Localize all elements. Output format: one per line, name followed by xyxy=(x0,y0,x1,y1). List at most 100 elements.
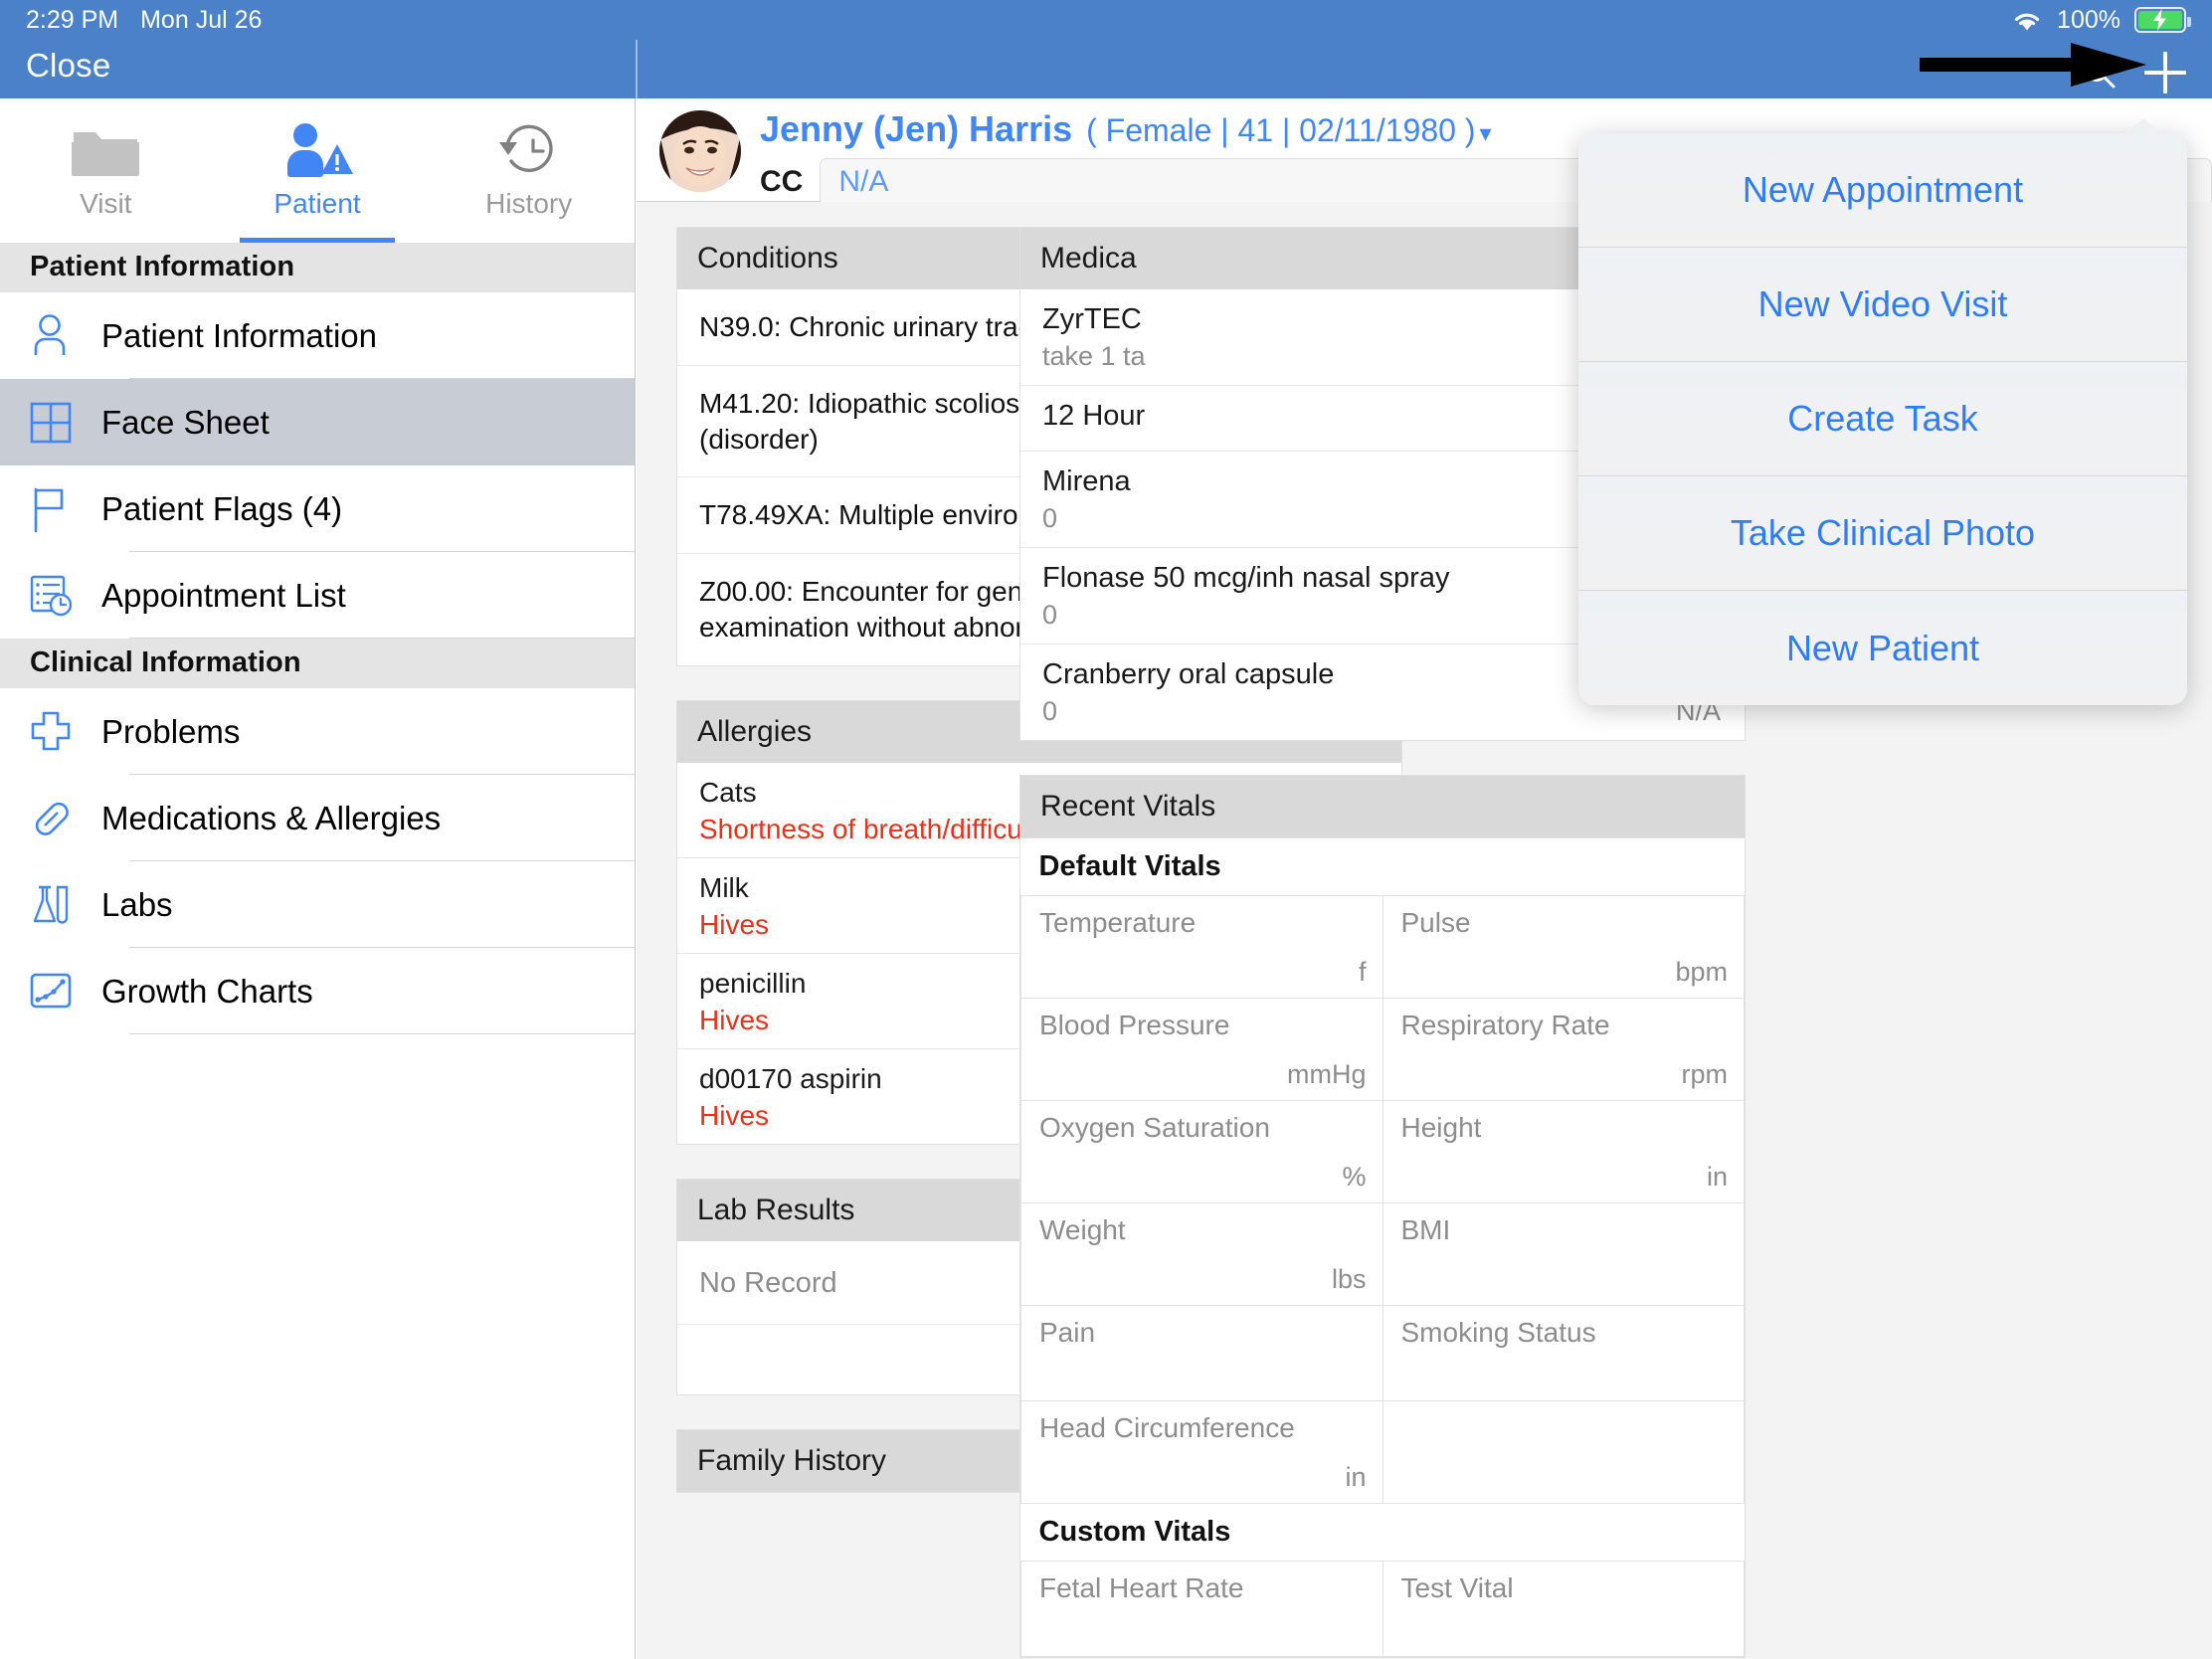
menu-item-create-task[interactable]: Create Task xyxy=(1578,362,2187,476)
table-row: Temperature f Pulse bpm xyxy=(1020,895,1745,999)
plus-cross-icon xyxy=(30,710,88,754)
table-row: Weight lbs BMI xyxy=(1020,1202,1745,1306)
chief-complaint-label: CC xyxy=(760,165,804,198)
card-recent-vitals: Recent Vitals Default Vitals Temperature… xyxy=(1019,775,1746,1658)
status-date: Mon Jul 26 xyxy=(140,5,263,34)
app-root: 2:29 PM Mon Jul 26 100% Close Visit Pati… xyxy=(0,0,2212,1659)
vital-cell-pulse[interactable]: Pulse bpm xyxy=(1382,895,1745,999)
vital-label: BMI xyxy=(1400,1214,1451,1245)
menu-item-new-patient[interactable]: New Patient xyxy=(1578,591,2187,705)
tab-active-indicator xyxy=(239,238,396,243)
pill-icon xyxy=(30,797,88,840)
grid-icon xyxy=(30,402,88,444)
vital-label: Respiratory Rate xyxy=(1400,1010,1610,1040)
vital-unit: in xyxy=(1345,1462,1367,1492)
vital-cell-bmi[interactable]: BMI xyxy=(1382,1202,1745,1306)
close-button[interactable]: Close xyxy=(26,47,110,85)
vital-label: Height xyxy=(1400,1112,1482,1143)
table-row: Oxygen Saturation % Height in xyxy=(1020,1100,1745,1203)
sidebar-item-label: Patient Flags (4) xyxy=(101,489,343,527)
menu-item-new-appointment[interactable]: New Appointment xyxy=(1578,133,2187,248)
sidebar-item-patient-flags[interactable]: Patient Flags (4) xyxy=(0,465,635,552)
sidebar-section-header-clinical-information: Clinical Information xyxy=(0,639,635,688)
vital-unit: f xyxy=(1358,957,1367,987)
tab-visit[interactable]: Visit xyxy=(0,98,212,243)
vital-cell-respiratory-rate[interactable]: Respiratory Rate rpm xyxy=(1382,998,1745,1101)
vital-cell-blood-pressure[interactable]: Blood Pressure mmHg xyxy=(1020,998,1383,1101)
vital-cell-height[interactable]: Height in xyxy=(1382,1100,1745,1203)
patient-identity[interactable]: Jenny (Jen) Harris ( Female | 41 | 02/11… xyxy=(760,108,1492,150)
vital-label: Blood Pressure xyxy=(1039,1010,1230,1040)
vital-label: Pain xyxy=(1039,1317,1096,1348)
navbar-divider xyxy=(636,40,638,98)
flask-icon xyxy=(30,883,88,927)
vital-unit: % xyxy=(1342,1162,1367,1192)
vital-label: Head Circumference xyxy=(1039,1412,1295,1443)
sidebar-section-header-patient-information: Patient Information xyxy=(0,243,635,292)
card-title: Recent Vitals xyxy=(1020,776,1745,837)
vital-cell-head-circumference[interactable]: Head Circumference in xyxy=(1020,1400,1383,1504)
menu-item-new-video-visit[interactable]: New Video Visit xyxy=(1578,248,2187,362)
sidebar-item-medications-allergies[interactable]: Medications & Allergies xyxy=(0,775,635,861)
tab-patient[interactable]: Patient xyxy=(212,98,424,243)
sidebar-item-label: Labs xyxy=(101,885,173,923)
tab-history[interactable]: History xyxy=(423,98,635,243)
vital-cell-fetal-heart-rate[interactable]: Fetal Heart Rate xyxy=(1020,1561,1383,1657)
vital-cell-pain[interactable]: Pain xyxy=(1020,1305,1383,1401)
vital-cell-test-vital[interactable]: Test Vital xyxy=(1382,1561,1745,1657)
add-new-popover-menu: New Appointment New Video Visit Create T… xyxy=(1578,133,2187,705)
vital-label: Oxygen Saturation xyxy=(1039,1112,1270,1143)
sidebar-item-label: Growth Charts xyxy=(101,972,313,1010)
sidebar-item-label: Patient Information xyxy=(101,316,377,354)
patient-demographics: ( Female | 41 | 02/11/1980 ) xyxy=(1086,112,1476,148)
sidebar-item-patient-information[interactable]: Patient Information xyxy=(0,292,635,379)
chevron-down-icon[interactable]: ▾ xyxy=(1479,119,1491,148)
page-title: Jenny (Jen) Harris xyxy=(760,108,1073,149)
vitals-group-header: Custom Vitals xyxy=(1020,1503,1745,1562)
history-clock-icon xyxy=(497,120,561,182)
vital-label: Pulse xyxy=(1400,907,1471,938)
vital-unit: bpm xyxy=(1675,957,1728,987)
vital-unit: in xyxy=(1706,1162,1728,1192)
sidebar-tabbar: Visit Patient History xyxy=(0,98,635,243)
tab-visit-label: Visit xyxy=(80,188,132,219)
vital-cell-empty xyxy=(1382,1400,1745,1504)
add-new-button[interactable] xyxy=(2144,52,2186,93)
vital-label: Temperature xyxy=(1039,907,1197,938)
vital-cell-smoking-status[interactable]: Smoking Status xyxy=(1382,1305,1745,1401)
table-row: Fetal Heart Rate Test Vital xyxy=(1020,1561,1745,1657)
left-sidebar: Visit Patient History Patient Informatio… xyxy=(0,98,636,1659)
status-bar: 2:29 PM Mon Jul 26 100% xyxy=(0,0,2212,40)
menu-item-take-clinical-photo[interactable]: Take Clinical Photo xyxy=(1578,476,2187,591)
folder-icon xyxy=(70,120,141,182)
vital-cell-oxygen-saturation[interactable]: Oxygen Saturation % xyxy=(1020,1100,1383,1203)
vital-label: Fetal Heart Rate xyxy=(1039,1572,1244,1603)
sidebar-item-growth-charts[interactable]: Growth Charts xyxy=(0,948,635,1034)
sidebar-item-label: Problems xyxy=(101,712,241,750)
arrow-pointer-icon xyxy=(1920,42,2148,92)
vital-label: Smoking Status xyxy=(1400,1317,1596,1348)
vital-unit: rpm xyxy=(1681,1059,1729,1089)
sidebar-item-face-sheet[interactable]: Face Sheet xyxy=(0,379,635,465)
sidebar-item-problems[interactable]: Problems xyxy=(0,688,635,775)
popover-caret xyxy=(2121,118,2165,136)
flag-icon xyxy=(30,485,88,533)
sidebar-item-labs[interactable]: Labs xyxy=(0,861,635,948)
person-outline-icon xyxy=(30,313,88,359)
vital-label: Test Vital xyxy=(1400,1572,1514,1603)
tab-history-label: History xyxy=(485,188,573,219)
vital-cell-weight[interactable]: Weight lbs xyxy=(1020,1202,1383,1306)
battery-charging-icon xyxy=(2134,7,2191,33)
tab-patient-label: Patient xyxy=(274,188,361,219)
vital-label: Weight xyxy=(1039,1214,1126,1245)
vital-cell-temperature[interactable]: Temperature f xyxy=(1020,895,1383,999)
battery-percent-label: 100% xyxy=(2057,5,2120,34)
sidebar-item-label: Medications & Allergies xyxy=(101,799,442,836)
sidebar-item-label: Appointment List xyxy=(101,576,346,614)
vitals-group-header: Default Vitals xyxy=(1020,837,1745,896)
top-navbar: Close xyxy=(0,40,2212,98)
avatar[interactable] xyxy=(659,110,741,192)
status-time: 2:29 PM xyxy=(26,5,119,34)
sidebar-item-appointment-list[interactable]: Appointment List xyxy=(0,552,635,639)
person-warning-icon xyxy=(277,120,357,182)
